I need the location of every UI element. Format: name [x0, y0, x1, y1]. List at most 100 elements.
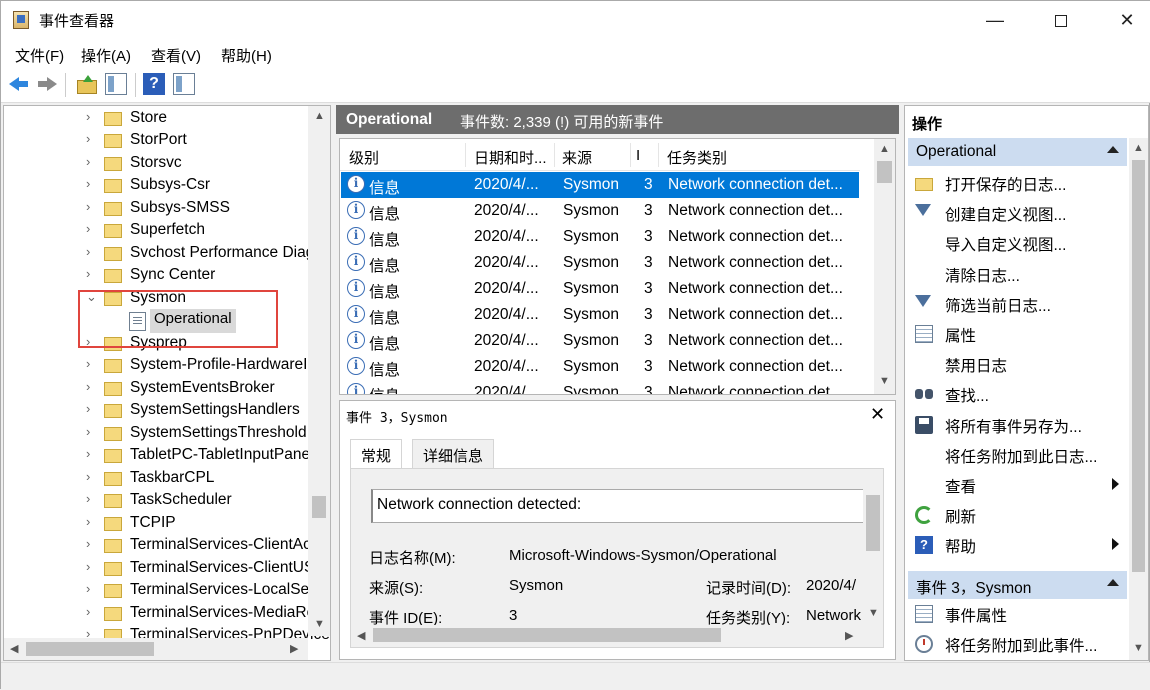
column-source[interactable]: 来源 [562, 147, 592, 168]
detail-horizontal-scrollbar[interactable]: ◀ ▶ [351, 625, 863, 645]
help-icon[interactable]: ? [143, 73, 165, 95]
status-bar [1, 662, 1150, 690]
chevron-right-icon[interactable]: › [86, 446, 98, 461]
action-item[interactable]: 将所有事件另存为... [905, 411, 1127, 439]
event-row[interactable]: i信息2020/4/...Sysmon3Network connection d… [341, 172, 859, 198]
detail-vertical-scrollbar[interactable]: ▼ [863, 489, 883, 625]
grid-vertical-thumb[interactable] [877, 161, 892, 183]
chevron-right-icon[interactable]: › [86, 154, 98, 169]
action-item[interactable]: 打开保存的日志... [905, 169, 1127, 197]
forward-arrow-icon[interactable] [35, 73, 57, 95]
action-item[interactable]: 属性 [905, 320, 1127, 348]
chevron-right-icon[interactable]: › [86, 604, 98, 619]
column-event-id[interactable]: I [636, 147, 640, 164]
chevron-right-icon[interactable]: › [86, 131, 98, 146]
event-source: Sysmon [563, 254, 619, 271]
action-item[interactable]: ? 帮助 [905, 531, 1127, 559]
action-item[interactable]: 将任务附加到此事件... [905, 630, 1127, 658]
action-item[interactable]: 刷新 [905, 501, 1127, 529]
collapse-up-icon[interactable] [1107, 146, 1119, 153]
chevron-right-icon[interactable]: › [86, 266, 98, 281]
chevron-right-icon[interactable]: › [86, 356, 98, 371]
chevron-right-icon[interactable]: › [86, 559, 98, 574]
action-item[interactable]: 禁用日志 [905, 350, 1127, 378]
close-detail-icon[interactable]: ✕ [870, 404, 885, 425]
event-row[interactable]: i信息2020/4/...Sysmon3Network connection d… [341, 224, 859, 250]
menu-file[interactable]: 文件(F) [15, 45, 64, 66]
maximize-button[interactable] [1038, 1, 1084, 39]
tab-details[interactable]: 详细信息 [412, 439, 495, 469]
event-row[interactable]: i信息2020/4/...Sysmon3Network connection d… [341, 328, 859, 354]
tree-horizontal-thumb[interactable] [26, 642, 154, 656]
chevron-right-icon[interactable]: › [86, 221, 98, 236]
minimize-button[interactable]: — [972, 1, 1018, 39]
collapse-up-icon[interactable] [1107, 579, 1119, 586]
tree-vertical-scrollbar[interactable]: ▲ ▼ [308, 106, 330, 636]
information-icon: i [347, 357, 365, 375]
back-arrow-icon[interactable] [9, 73, 31, 95]
tab-general[interactable]: 常规 [350, 439, 403, 469]
chevron-right-icon[interactable]: › [86, 199, 98, 214]
event-level: 信息 [369, 206, 401, 223]
chevron-right-icon[interactable]: › [86, 401, 98, 416]
action-item[interactable]: 清除日志... [905, 260, 1127, 288]
scheduler-icon [915, 635, 933, 653]
menu-view[interactable]: 查看(V) [151, 45, 201, 66]
event-row[interactable]: i信息2020/4/...Sysmon3Network connection d… [341, 380, 859, 395]
tree-item-label: TerminalServices-LocalSession [130, 581, 331, 598]
actions-vertical-scrollbar[interactable]: ▲ ▼ [1129, 138, 1148, 660]
action-label: 将所有事件另存为... [945, 418, 1082, 436]
chevron-right-icon[interactable]: › [86, 536, 98, 551]
action-item[interactable]: 创建自定义视图... [905, 199, 1127, 227]
tree-item-label: Superfetch [130, 221, 205, 238]
chevron-right-icon[interactable]: › [86, 424, 98, 439]
chevron-right-icon[interactable]: › [86, 514, 98, 529]
actions-vertical-thumb[interactable] [1132, 160, 1145, 572]
chevron-right-icon[interactable]: › [86, 176, 98, 191]
menu-help[interactable]: 帮助(H) [221, 45, 272, 66]
chevron-right-icon[interactable]: › [86, 469, 98, 484]
event-row[interactable]: i信息2020/4/...Sysmon3Network connection d… [341, 198, 859, 224]
detail-horizontal-thumb[interactable] [373, 628, 721, 642]
grid-vertical-scrollbar[interactable]: ▲ ▼ [874, 139, 895, 394]
tree-item-operational[interactable]: Operational [150, 309, 236, 333]
event-task: Network connection det... [668, 384, 843, 395]
event-row[interactable]: i信息2020/4/...Sysmon3Network connection d… [341, 250, 859, 276]
submenu-arrow-icon [1112, 478, 1119, 490]
tree-horizontal-scrollbar[interactable]: ◀ ▶ [4, 638, 308, 660]
up-folder-icon[interactable] [75, 73, 97, 95]
refresh-icon [915, 506, 933, 525]
event-row[interactable]: i信息2020/4/...Sysmon3Network connection d… [341, 354, 859, 380]
show-hide-tree-icon[interactable] [105, 73, 127, 95]
event-id: 3 [644, 306, 653, 323]
action-item[interactable]: 筛选当前日志... [905, 290, 1127, 318]
event-detail-pane: 事件 3，Sysmon ✕ 常规 详细信息 Network connection… [339, 400, 896, 660]
action-item[interactable]: 将任务附加到此日志... [905, 441, 1127, 469]
chevron-right-icon[interactable]: › [86, 379, 98, 394]
section-operational[interactable]: Operational [908, 138, 1127, 166]
chevron-right-icon[interactable]: › [86, 491, 98, 506]
event-row[interactable]: i信息2020/4/...Sysmon3Network connection d… [341, 302, 859, 328]
chevron-right-icon[interactable]: › [86, 244, 98, 259]
menu-action[interactable]: 操作(A) [81, 45, 131, 66]
action-item[interactable]: 事件属性 [905, 600, 1127, 628]
event-row[interactable]: i信息2020/4/...Sysmon3Network connection d… [341, 276, 859, 302]
tree-item-label: SystemSettingsThreshold [130, 424, 307, 441]
action-item[interactable]: 查找... [905, 380, 1127, 408]
event-id-value: 3 [509, 607, 518, 624]
information-icon: i [347, 175, 365, 193]
show-hide-action-pane-icon[interactable] [173, 73, 195, 95]
close-window-button[interactable]: ✕ [1104, 1, 1150, 39]
event-message[interactable]: Network connection detected: [371, 489, 871, 523]
column-date[interactable]: 日期和时... [474, 147, 547, 168]
action-item[interactable]: 导入自定义视图... [905, 229, 1127, 257]
section-event[interactable]: 事件 3，Sysmon [908, 571, 1127, 599]
column-level[interactable]: 级别 [349, 147, 379, 168]
tree-vertical-thumb[interactable] [312, 496, 326, 518]
chevron-right-icon[interactable]: › [86, 581, 98, 596]
column-task-category[interactable]: 任务类别 [667, 147, 727, 168]
action-item[interactable]: 查看 [905, 471, 1127, 499]
action-label: 查看 [945, 479, 977, 496]
detail-vertical-thumb[interactable] [866, 495, 880, 551]
chevron-right-icon[interactable]: › [86, 109, 98, 124]
